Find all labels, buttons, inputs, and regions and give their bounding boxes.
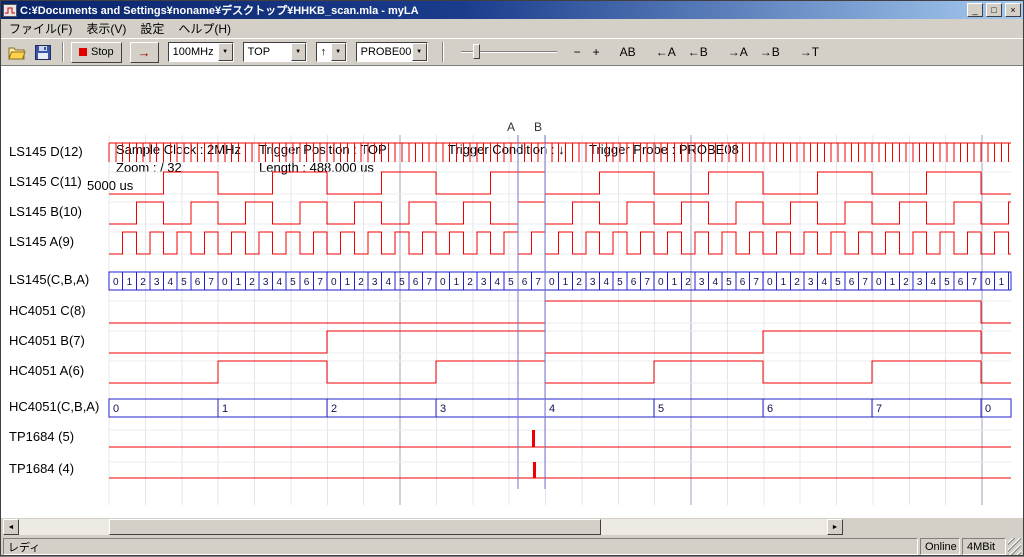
scroll-area: ◄ ► [1, 518, 1023, 536]
app-icon [3, 4, 17, 17]
status-online: Online [920, 538, 960, 555]
menu-view[interactable]: 表示(V) [79, 18, 133, 39]
scroll-right-button[interactable]: ► [827, 519, 843, 535]
run-arrow-icon: → [138, 45, 151, 60]
minimize-button[interactable]: _ [967, 3, 983, 17]
chevron-down-icon[interactable]: ▼ [218, 43, 233, 61]
scroll-left-button[interactable]: ◄ [3, 519, 19, 535]
scrollbar-thumb[interactable] [109, 519, 601, 535]
toolbar-separator [442, 42, 444, 62]
probe-select[interactable]: PROBE00 ▼ [356, 42, 428, 62]
window-title: C:¥Documents and Settings¥noname¥デスクトップ¥… [20, 2, 964, 18]
maximize-button[interactable]: □ [986, 3, 1002, 17]
goto-a-left-button[interactable]: ←A [651, 43, 681, 61]
titlebar: C:¥Documents and Settings¥noname¥デスクトップ¥… [1, 1, 1023, 19]
trigger-position-value: TOP [244, 46, 291, 58]
menu-file[interactable]: ファイル(F) [2, 18, 79, 39]
open-button[interactable] [5, 41, 29, 63]
run-button[interactable]: → [130, 42, 159, 63]
slider-thumb[interactable] [473, 44, 480, 59]
chevron-down-icon[interactable]: ▼ [331, 43, 346, 61]
chevron-down-icon[interactable]: ▼ [291, 43, 306, 61]
zoom-info: Zoom : / 32 [116, 160, 182, 175]
menubar: ファイル(F) 表示(V) 設定 ヘルプ(H) [1, 19, 1023, 38]
stop-label: Stop [91, 46, 114, 58]
scrollbar-track[interactable] [19, 519, 827, 535]
resize-grip[interactable] [1008, 538, 1021, 555]
save-button[interactable] [31, 41, 55, 63]
sample-clock-info: Sample Clock : 2MHz [116, 142, 241, 157]
horizontal-scrollbar[interactable]: ◄ ► [3, 519, 843, 535]
zoom-out-button[interactable]: − [569, 43, 586, 61]
sample-clock-value: 100MHz [169, 46, 218, 58]
stop-button[interactable]: Stop [71, 42, 122, 63]
toolbar-separator [62, 42, 64, 62]
waveform-area: Sample Clock : 2MHz Trigger Position : T… [1, 66, 1023, 518]
trigger-probe-info: Trigger Probe : PROBE08 [589, 142, 739, 157]
stop-icon [79, 48, 87, 56]
ab-button[interactable]: AB [615, 43, 641, 61]
trigger-position-info: Trigger Position : TOP [259, 142, 387, 157]
toolbar: Stop → 100MHz ▼ TOP ▼ ↑ ▼ PROBE00 ▼ − + … [1, 38, 1023, 66]
statusbar: レディ Online 4MBit [1, 536, 1023, 557]
trigger-edge-select[interactable]: ↑ ▼ [316, 42, 347, 62]
time-scale-label: 5000 us [87, 178, 133, 193]
menu-settings[interactable]: 設定 [133, 18, 171, 39]
floppy-disk-icon [35, 45, 51, 60]
menu-help[interactable]: ヘルプ(H) [171, 18, 238, 39]
trigger-position-select[interactable]: TOP ▼ [243, 42, 307, 62]
length-info: Length : 488.000 us [259, 160, 374, 175]
zoom-in-button[interactable]: + [588, 43, 605, 61]
goto-a-right-button[interactable]: →A [723, 43, 753, 61]
probe-value: PROBE00 [357, 46, 412, 58]
chevron-down-icon[interactable]: ▼ [412, 43, 427, 61]
close-button[interactable]: × [1005, 3, 1021, 17]
app-window: C:¥Documents and Settings¥noname¥デスクトップ¥… [0, 0, 1024, 556]
open-folder-icon [8, 45, 26, 60]
trigger-condition-info: Trigger Condition : ↓ [448, 142, 565, 157]
trigger-edge-value: ↑ [317, 46, 331, 58]
sample-clock-select[interactable]: 100MHz ▼ [168, 42, 234, 62]
status-ready: レディ [3, 538, 918, 555]
goto-trigger-button[interactable]: →T [795, 43, 824, 61]
status-memory: 4MBit [962, 538, 1006, 555]
zoom-slider[interactable] [461, 42, 557, 62]
goto-b-right-button[interactable]: →B [755, 43, 785, 61]
goto-b-left-button[interactable]: ←B [683, 43, 713, 61]
